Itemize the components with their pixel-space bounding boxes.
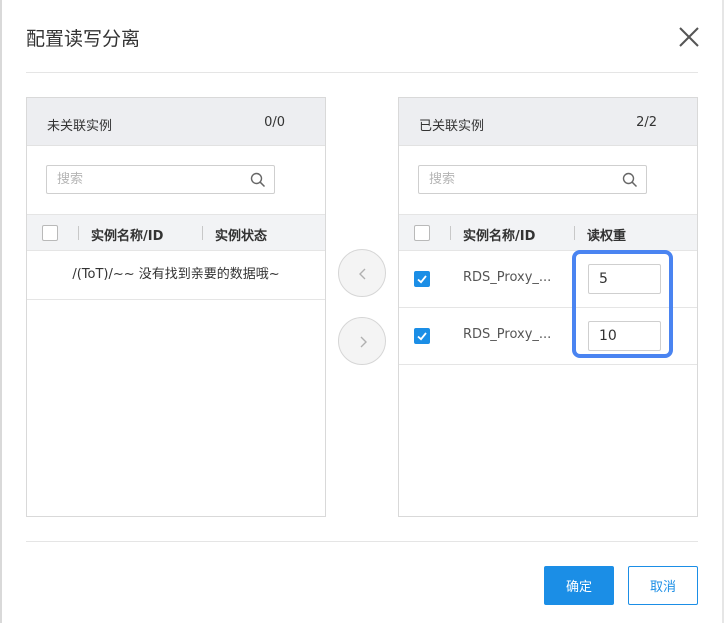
footer-divider (26, 541, 698, 542)
chevron-right-icon (360, 336, 367, 348)
unlinked-instances-panel: 未关联实例 0/0 实例名称/ID 实例状态 /(ToT)/~~ 没有找到亲要的… (26, 97, 326, 517)
column-separator (574, 226, 575, 240)
row-instance-name: RDS_Proxy_... (463, 327, 552, 342)
cancel-button[interactable]: 取消 (628, 566, 698, 605)
unlinked-table-header: 实例名称/ID 实例状态 (27, 214, 325, 251)
unlinked-panel-count: 0/0 (264, 115, 285, 130)
row-checkbox[interactable] (414, 271, 430, 287)
column-header-read-weight: 读权重 (587, 229, 627, 244)
close-button[interactable] (676, 24, 702, 50)
unlinked-search-input[interactable] (47, 166, 237, 193)
row-checkbox[interactable] (414, 328, 430, 344)
linked-panel-title: 已关联实例 (419, 119, 485, 134)
search-icon[interactable] (622, 172, 638, 188)
column-header-instance-name: 实例名称/ID (463, 229, 536, 244)
checkmark-icon (417, 332, 427, 341)
close-icon (679, 27, 699, 47)
unlinked-select-all-checkbox[interactable] (42, 225, 58, 241)
unlinked-panel-title: 未关联实例 (47, 119, 113, 134)
linked-instances-panel: 已关联实例 2/2 实例名称/ID 读权重 RDS_Proxy_... RDS (398, 97, 698, 517)
column-separator (450, 226, 451, 240)
column-separator (78, 226, 79, 240)
search-icon[interactable] (250, 172, 266, 188)
linked-search-input[interactable] (419, 166, 609, 193)
linked-search-box (418, 165, 647, 194)
column-header-instance-name: 实例名称/ID (91, 229, 164, 244)
header-divider (26, 72, 698, 73)
linked-table-header: 实例名称/ID 读权重 (399, 214, 697, 251)
unlinked-search-box (46, 165, 275, 194)
unlinked-panel-header: 未关联实例 0/0 (27, 98, 325, 146)
left-window-edge (0, 0, 2, 623)
table-row: RDS_Proxy_... (399, 308, 697, 365)
dialog-title: 配置读写分离 (26, 28, 141, 50)
table-row: RDS_Proxy_... (399, 251, 697, 308)
column-separator (202, 226, 203, 240)
move-left-button[interactable] (338, 249, 386, 297)
move-right-button[interactable] (338, 317, 386, 365)
linked-panel-count: 2/2 (636, 115, 657, 130)
linked-select-all-checkbox[interactable] (414, 225, 430, 241)
checkmark-icon (417, 275, 427, 284)
read-weight-input[interactable] (588, 321, 661, 351)
empty-state-text: /(ToT)/~~ 没有找到亲要的数据哦~ (27, 251, 325, 300)
linked-panel-header: 已关联实例 2/2 (399, 98, 697, 146)
confirm-button[interactable]: 确定 (544, 566, 614, 605)
row-instance-name: RDS_Proxy_... (463, 270, 552, 285)
read-weight-input[interactable] (588, 264, 661, 294)
chevron-left-icon (359, 268, 366, 280)
column-header-instance-status: 实例状态 (215, 229, 268, 244)
